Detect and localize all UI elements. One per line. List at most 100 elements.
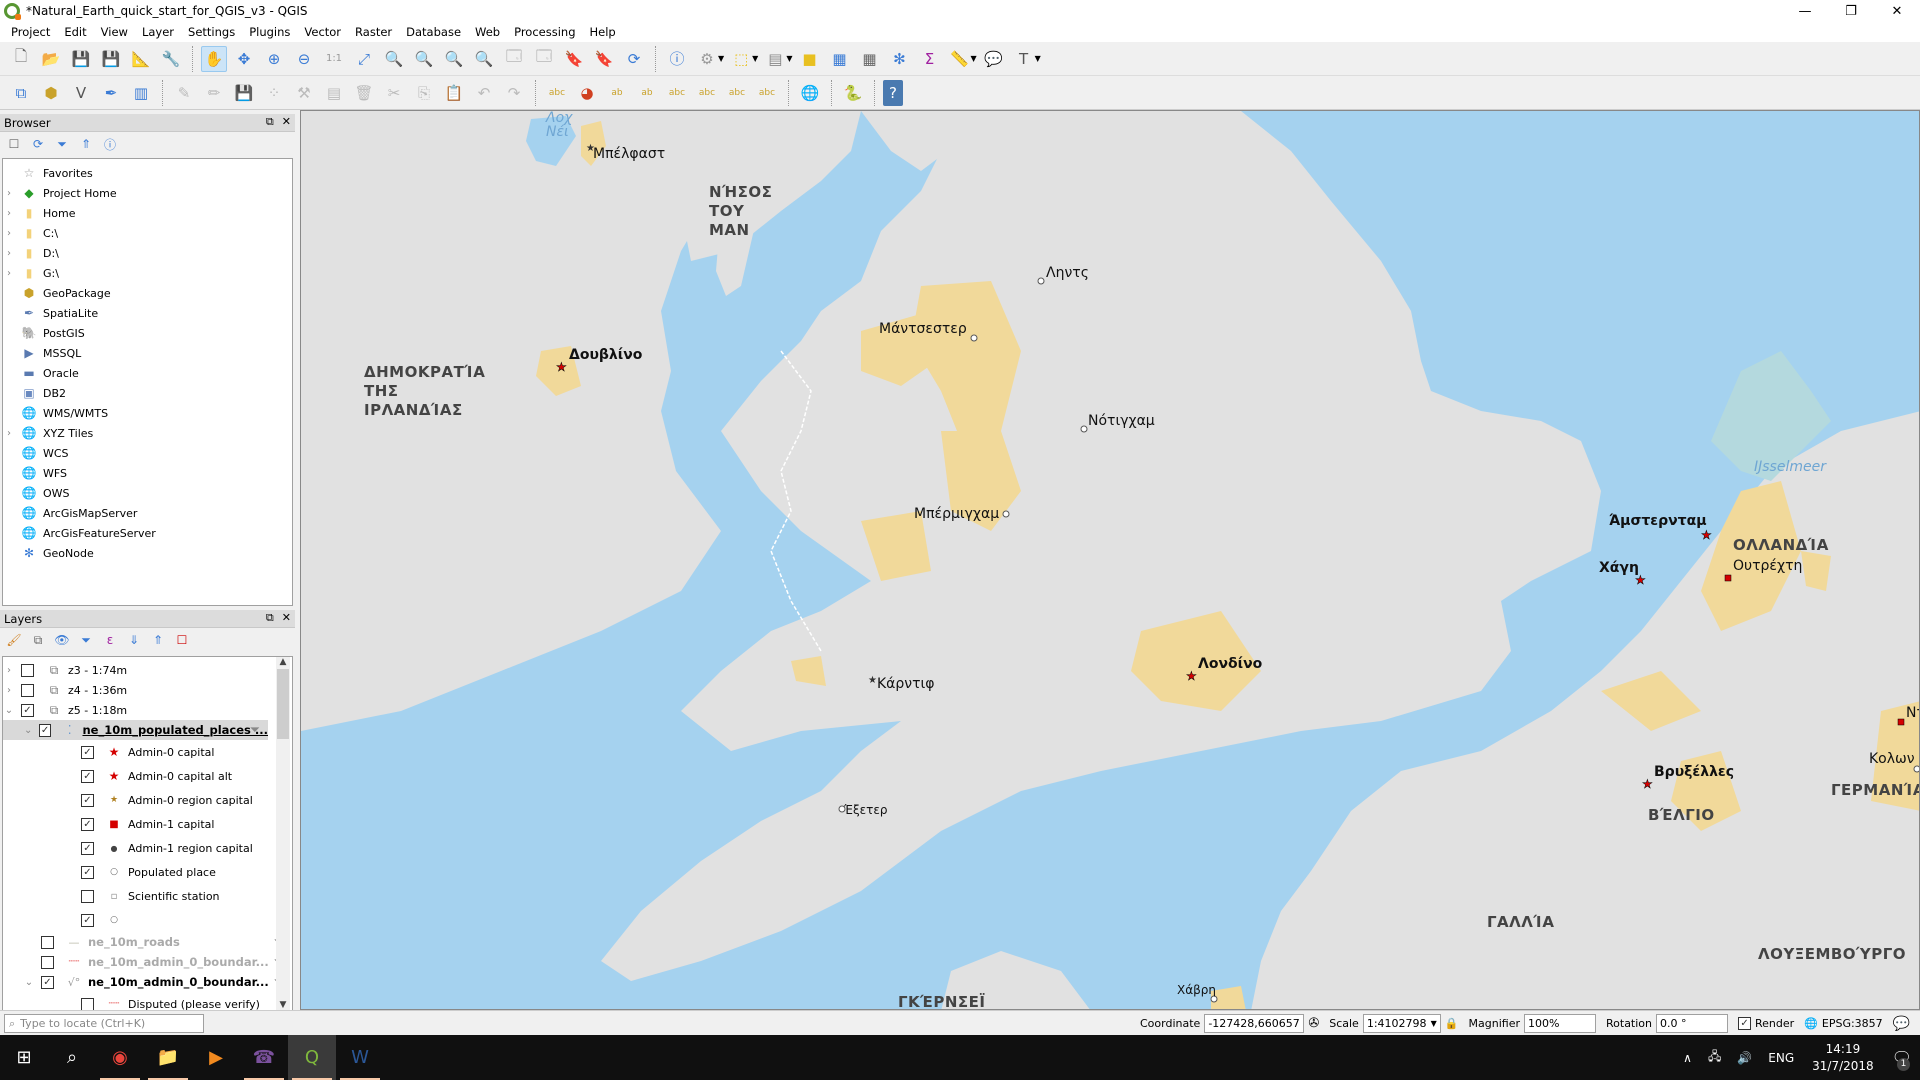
statistics-icon[interactable]: ▦ [856,46,882,72]
browser-item[interactable]: ▶ MSSQL [3,343,292,363]
new-spatialite-icon[interactable]: ✒ [98,80,124,106]
zoom-to-layer-icon[interactable]: 🔍 [411,46,437,72]
zoom-last-icon[interactable]: 🔍 [441,46,467,72]
legend-item[interactable]: ✓ ○ Populated place [3,860,292,884]
layer-group[interactable]: › ⧉ z4 - 1:36m [3,680,292,700]
messages-icon[interactable]: 💬 [1893,1016,1910,1032]
manage-visibility-icon[interactable]: 👁 [52,630,72,650]
move-label-icon[interactable]: abc [694,80,720,106]
show-hidden-icons[interactable]: ∧ [1683,1051,1692,1065]
browser-item[interactable]: ▬ Oracle [3,363,292,383]
browser-item[interactable]: 🌐 ArcGisMapServer [3,503,292,523]
float-panel-icon[interactable]: ⧉ [266,611,274,625]
collapse-all-icon[interactable]: ⇑ [148,630,168,650]
menu-project[interactable]: Project [4,25,57,39]
diagram-tool-icon[interactable]: ◕ [574,80,600,106]
browser-item[interactable]: › ▮ G:\ [3,263,292,283]
new-project-icon[interactable]: 🗋 [8,46,34,72]
locator-search-input[interactable]: ⌕ Type to locate (Ctrl+K) [4,1014,204,1033]
deselect-all-icon[interactable]: ■ [796,46,822,72]
zoom-next-icon[interactable]: 🔍 [471,46,497,72]
show-hide-labels-icon[interactable]: abc [664,80,690,106]
expand-arrow-icon[interactable]: › [3,268,15,279]
close-button[interactable]: ✕ [1874,0,1920,22]
delete-selected-icon[interactable]: 🗑 [351,80,377,106]
highlight-pinned-icon[interactable]: ab [634,80,660,106]
layer-visibility-checkbox[interactable] [41,955,54,969]
browser-item[interactable]: › 🌐 XYZ Tiles [3,423,292,443]
modify-attributes-icon[interactable]: ▤ [321,80,347,106]
close-panel-icon[interactable]: ✕ [282,611,291,625]
layer-item[interactable]: ┄┄ne_10m_admin_0_boundar...⏷ [3,952,292,972]
chrome-icon[interactable]: ◉ [96,1035,144,1080]
filter-legend-icon[interactable]: ⏷ [76,630,96,650]
close-panel-icon[interactable]: ✕ [282,115,291,129]
browser-item[interactable]: 🌐 WMS/WMTS [3,403,292,423]
properties-icon[interactable]: ⓘ [100,134,120,154]
dropdown-arrow-icon[interactable]: ▼ [752,54,758,63]
layer-visibility-checkbox[interactable]: ✓ [81,745,94,759]
layer-visibility-checkbox[interactable]: ✓ [81,769,94,783]
lock-scale-icon[interactable]: 🔒 [1445,1017,1459,1030]
layer-item[interactable]: ⌄✓√°ne_10m_admin_0_boundar...⏷ [3,972,292,992]
browser-item[interactable]: 🌐 WCS [3,443,292,463]
menu-help[interactable]: Help [583,25,623,39]
menu-raster[interactable]: Raster [348,25,399,39]
new-geopackage-icon[interactable]: ⬢ [38,80,64,106]
zoom-native-icon[interactable]: 1:1 [321,46,347,72]
layer-visibility-checkbox[interactable] [81,997,94,1010]
new-map-view-icon[interactable]: 🗔 [501,46,527,72]
dropdown-arrow-icon[interactable]: ▼ [1035,54,1041,63]
layers-scrollbar[interactable]: ▲ ▼ [276,657,290,1010]
save-edits-icon[interactable]: 💾 [231,80,257,106]
menu-settings[interactable]: Settings [181,25,242,39]
layout-manager-icon[interactable]: 🔧 [158,46,184,72]
browser-item[interactable]: › ▮ D:\ [3,243,292,263]
filter-icon[interactable]: ⏷ [52,134,72,154]
layer-visibility-checkbox[interactable]: ✓ [39,723,51,737]
legend-item[interactable]: ✓ ■ Admin-1 capital [3,812,292,836]
layer-visibility-checkbox[interactable] [81,889,94,903]
layer-visibility-checkbox[interactable]: ✓ [41,975,54,989]
minimize-button[interactable]: — [1782,0,1828,22]
legend-item[interactable]: ✓ ★ Admin-0 capital alt [3,764,292,788]
expand-arrow-icon[interactable]: › [3,228,15,239]
run-action-icon[interactable]: ⚙ [694,46,720,72]
toggle-extents-icon[interactable]: ✇ [1308,1016,1319,1031]
scale-combobox[interactable]: 1:4102798 ▼ [1362,1014,1441,1033]
identify-icon[interactable]: ⓘ [664,46,690,72]
menu-edit[interactable]: Edit [57,25,93,39]
dropdown-arrow-icon[interactable]: ▼ [786,54,792,63]
rotation-input[interactable] [1656,1014,1729,1033]
legend-item[interactable]: ✓ ★ Admin-0 capital [3,740,292,764]
menu-web[interactable]: Web [468,25,507,39]
expand-arrow-icon[interactable]: › [3,665,15,676]
legend-item[interactable]: ▫ Scientific station [3,884,292,908]
clock[interactable]: 14:19 31/7/2018 [1812,1041,1874,1075]
new-print-layout-icon[interactable]: 📐 [128,46,154,72]
expand-arrow-icon[interactable]: › [3,208,15,219]
dropdown-arrow-icon[interactable]: ▼ [718,54,724,63]
digitize-icon[interactable]: ⁘ [261,80,287,106]
layer-visibility-checkbox[interactable] [21,663,34,677]
float-panel-icon[interactable]: ⧉ [266,115,274,129]
pan-to-selection-icon[interactable]: ✥ [231,46,257,72]
scrollbar-thumb[interactable] [277,669,289,739]
new-shapefile-icon[interactable]: V [68,80,94,106]
volume-icon[interactable]: 🔊 [1737,1051,1752,1065]
map-tips-icon[interactable]: 💬 [981,46,1007,72]
browser-item[interactable]: › ◆ Project Home [3,183,292,203]
dropdown-arrow-icon[interactable]: ▼ [970,54,976,63]
browser-item[interactable]: 🌐 OWS [3,483,292,503]
refresh-icon[interactable]: ⟳ [621,46,647,72]
browser-item[interactable]: 🐘 PostGIS [3,323,292,343]
legend-item[interactable]: ✓ ● Admin-1 region capital [3,836,292,860]
label-tool-icon[interactable]: abc [544,80,570,106]
action-center-icon[interactable]: 🗨1 [1892,1048,1912,1071]
layer-item[interactable]: —ne_10m_roads⏷ [3,932,292,952]
redo-icon[interactable]: ↷ [501,80,527,106]
layer-item[interactable]: ⌄ ✓ ⁚ ne_10m_populated_places ... ⏷ [3,720,268,740]
viber-icon[interactable]: ☎ [240,1035,288,1080]
field-calculator-icon[interactable]: Σ [916,46,942,72]
media-player-icon[interactable]: ▶ [192,1035,240,1080]
